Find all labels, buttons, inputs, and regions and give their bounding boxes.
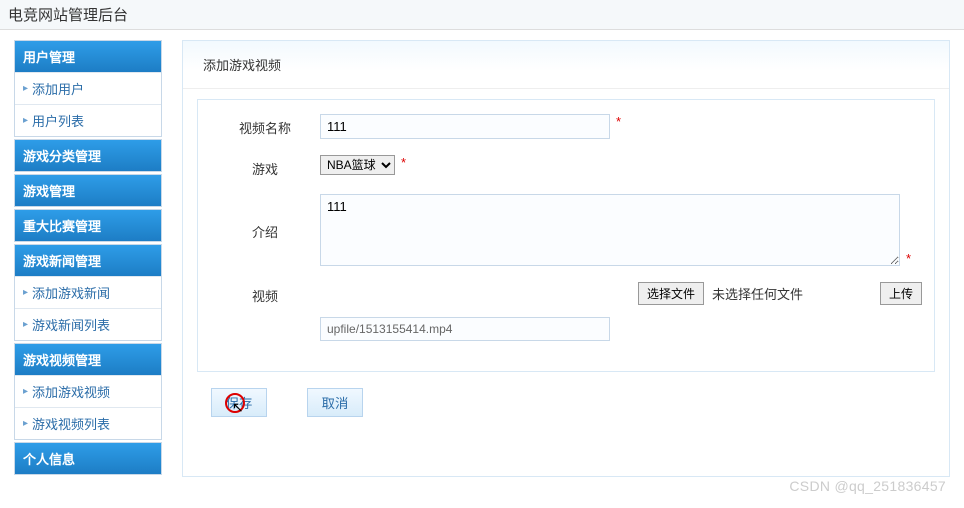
sidebar-section-game-category: 游戏分类管理 <box>14 139 162 172</box>
sidebar-header-match[interactable]: 重大比赛管理 <box>15 210 161 241</box>
form-title: 添加游戏视频 <box>183 41 949 89</box>
required-mark: * <box>616 114 621 129</box>
chevron-right-icon: ▸ <box>23 83 28 94</box>
form-area: 视频名称 * 游戏 NBA篮球 * 介绍 <box>197 99 935 372</box>
sidebar-item-add-news[interactable]: ▸ 添加游戏新闻 <box>15 276 161 308</box>
action-bar: 保存 取消 <box>183 382 949 427</box>
chevron-right-icon: ▸ <box>23 287 28 298</box>
file-status-text: 未选择任何文件 <box>712 284 803 303</box>
sidebar-section-game: 游戏管理 <box>14 174 162 207</box>
sidebar-header-news[interactable]: 游戏新闻管理 <box>15 245 161 276</box>
sidebar-section-match: 重大比赛管理 <box>14 209 162 242</box>
sidebar-item-label: 添加游戏视频 <box>32 382 110 401</box>
intro-textarea[interactable] <box>320 194 900 266</box>
form-row-intro: 介绍 * <box>198 194 934 266</box>
label-video-file: 视频 <box>210 282 320 305</box>
video-name-input[interactable] <box>320 114 610 139</box>
video-path-input[interactable] <box>320 317 610 341</box>
sidebar-section-video: 游戏视频管理 ▸ 添加游戏视频 ▸ 游戏视频列表 <box>14 343 162 440</box>
sidebar-section-profile: 个人信息 <box>14 442 162 475</box>
sidebar-item-label: 添加游戏新闻 <box>32 283 110 302</box>
sidebar-item-label: 添加用户 <box>32 79 84 98</box>
main-panel: 添加游戏视频 视频名称 * 游戏 NBA篮球 * <box>182 40 950 477</box>
sidebar-header-game-category[interactable]: 游戏分类管理 <box>15 140 161 171</box>
watermark-text: CSDN @qq_251836457 <box>789 478 946 494</box>
upload-button[interactable]: 上传 <box>880 282 922 305</box>
sidebar-item-label: 游戏视频列表 <box>32 414 110 433</box>
sidebar: 用户管理 ▸ 添加用户 ▸ 用户列表 游戏分类管理 游戏管理 重大比赛管理 游戏新闻… <box>14 40 162 477</box>
cancel-button[interactable]: 取消 <box>307 388 363 417</box>
sidebar-item-add-video[interactable]: ▸ 添加游戏视频 <box>15 375 161 407</box>
label-video-name: 视频名称 <box>210 114 320 137</box>
game-select[interactable]: NBA篮球 <box>320 155 395 175</box>
form-row-game: 游戏 NBA篮球 * <box>198 155 934 178</box>
sidebar-item-add-user[interactable]: ▸ 添加用户 <box>15 72 161 104</box>
page-title: 电竞网站管理后台 <box>0 0 964 30</box>
sidebar-section-users: 用户管理 ▸ 添加用户 ▸ 用户列表 <box>14 40 162 137</box>
chevron-right-icon: ▸ <box>23 418 28 429</box>
sidebar-header-video[interactable]: 游戏视频管理 <box>15 344 161 375</box>
sidebar-header-game[interactable]: 游戏管理 <box>15 175 161 206</box>
form-row-video-file: 视频 选择文件 未选择任何文件 上传 <box>198 282 934 341</box>
sidebar-item-label: 用户列表 <box>32 111 84 130</box>
sidebar-header-profile[interactable]: 个人信息 <box>15 443 161 474</box>
choose-file-button[interactable]: 选择文件 <box>638 282 704 305</box>
required-mark: * <box>906 251 911 266</box>
chevron-right-icon: ▸ <box>23 386 28 397</box>
layout-container: 用户管理 ▸ 添加用户 ▸ 用户列表 游戏分类管理 游戏管理 重大比赛管理 游戏新闻… <box>0 30 964 477</box>
sidebar-item-video-list[interactable]: ▸ 游戏视频列表 <box>15 407 161 439</box>
chevron-right-icon: ▸ <box>23 115 28 126</box>
label-game: 游戏 <box>210 155 320 178</box>
form-row-video-name: 视频名称 * <box>198 114 934 139</box>
sidebar-item-news-list[interactable]: ▸ 游戏新闻列表 <box>15 308 161 340</box>
sidebar-section-news: 游戏新闻管理 ▸ 添加游戏新闻 ▸ 游戏新闻列表 <box>14 244 162 341</box>
sidebar-item-user-list[interactable]: ▸ 用户列表 <box>15 104 161 136</box>
sidebar-item-label: 游戏新闻列表 <box>32 315 110 334</box>
save-button[interactable]: 保存 <box>211 388 267 417</box>
sidebar-header-users[interactable]: 用户管理 <box>15 41 161 72</box>
required-mark: * <box>401 155 406 170</box>
label-intro: 介绍 <box>210 194 320 241</box>
chevron-right-icon: ▸ <box>23 319 28 330</box>
